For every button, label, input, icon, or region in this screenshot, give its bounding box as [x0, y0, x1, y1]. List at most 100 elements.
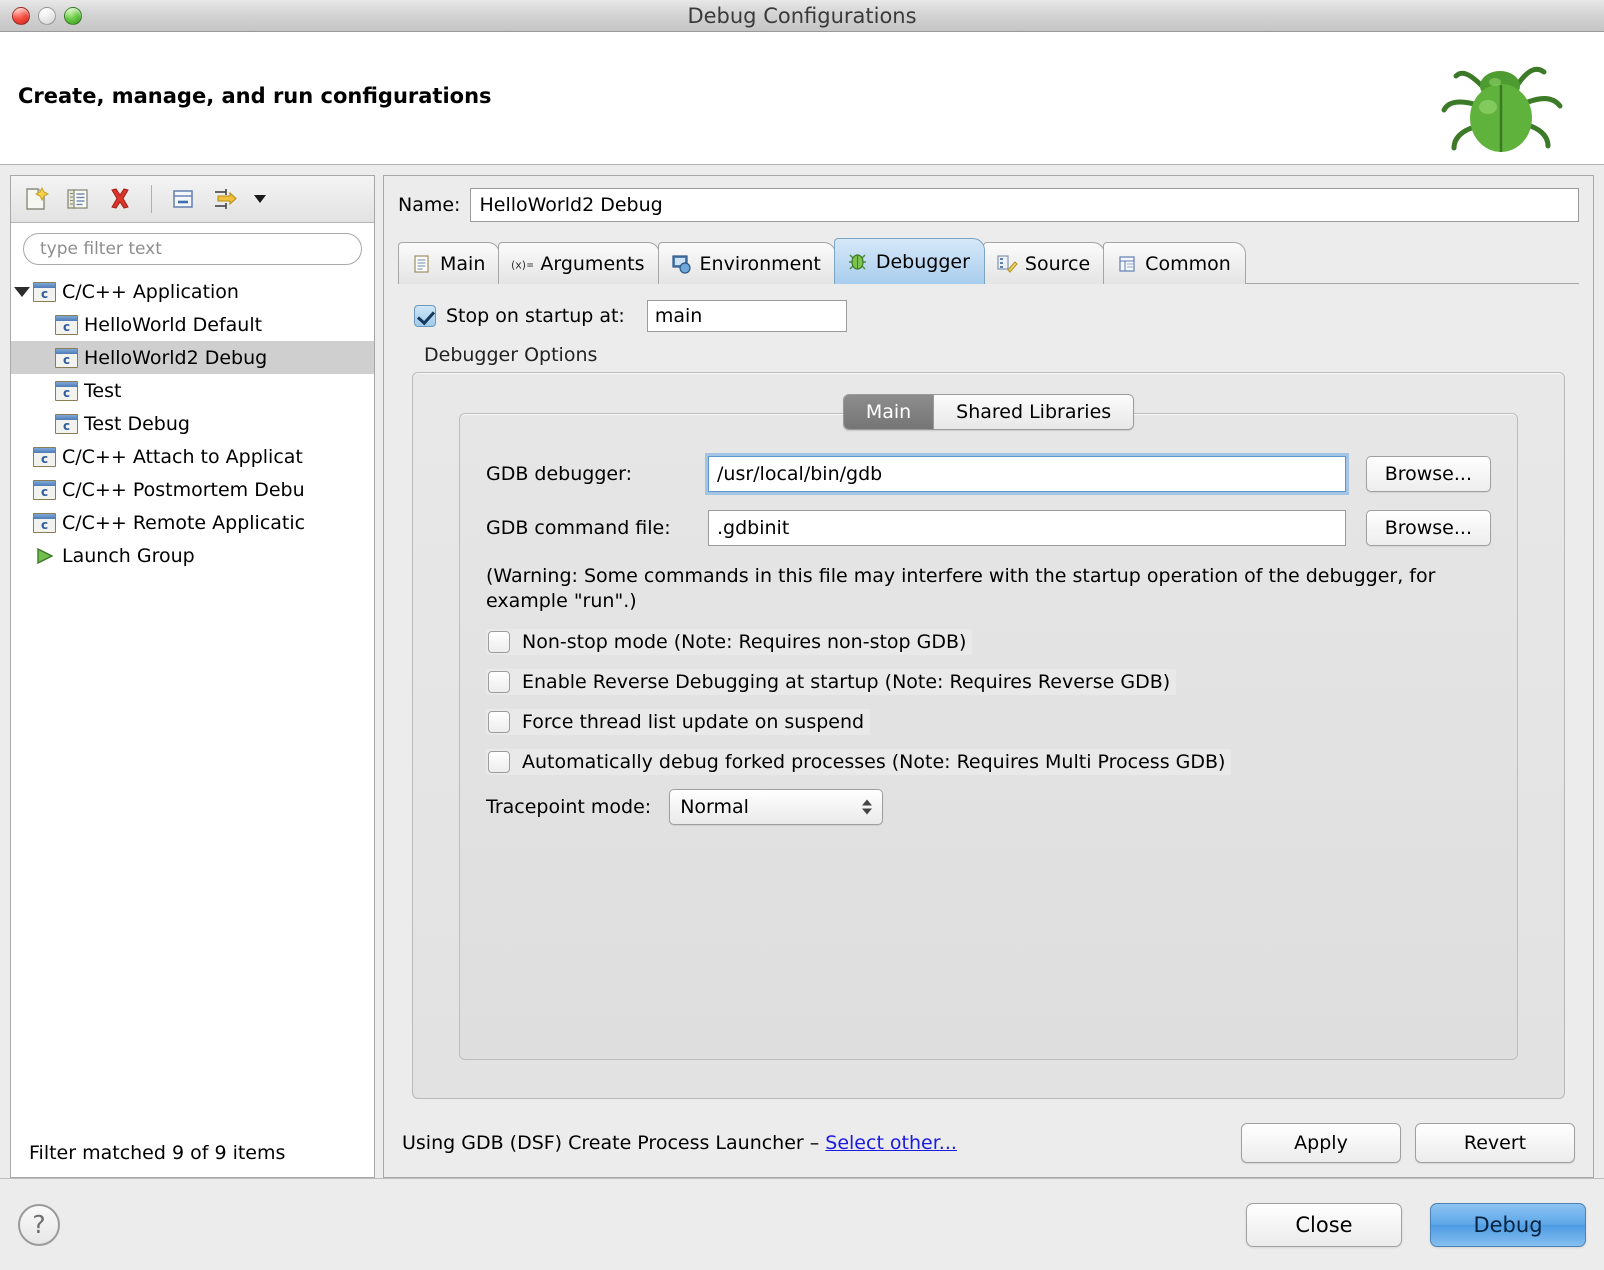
- c-app-icon: [55, 314, 78, 335]
- window-titlebar: Debug Configurations: [0, 0, 1604, 32]
- expand-twisty-icon[interactable]: [11, 286, 33, 297]
- inner-tab-main[interactable]: Main: [843, 395, 934, 429]
- variable-icon: (x)=: [511, 253, 533, 275]
- gdb-command-file-row: GDB command file: Browse...: [486, 510, 1491, 546]
- tree-item-label: Test: [84, 379, 122, 402]
- debugger-options-group: Main Shared Libraries GDB debugger: Brow…: [412, 372, 1565, 1099]
- tree-item-label: Launch Group: [62, 544, 195, 567]
- gdb-command-file-input[interactable]: [708, 510, 1346, 546]
- tree-item-launch-group[interactable]: Launch Group: [11, 539, 374, 572]
- apply-button[interactable]: Apply: [1241, 1123, 1401, 1163]
- tab-label: Source: [1024, 252, 1091, 275]
- c-app-icon: [33, 479, 56, 500]
- stop-on-startup-input[interactable]: [646, 300, 847, 332]
- tracepoint-mode-row: Tracepoint mode: Normal: [486, 788, 1491, 825]
- debug-forked-processes-row[interactable]: Automatically debug forked processes (No…: [486, 748, 1232, 775]
- select-other-launcher-link[interactable]: Select other...: [825, 1132, 957, 1154]
- name-row: Name:: [398, 188, 1579, 222]
- tree-item-label: C/C++ Remote Applicatic: [62, 511, 306, 534]
- tree-item-label: C/C++ Application: [62, 280, 239, 303]
- page-title: Create, manage, and run configurations: [18, 84, 492, 108]
- configuration-editor: Name: Main (x)=: [383, 175, 1594, 1178]
- tracepoint-mode-value: Normal: [680, 795, 749, 818]
- tab-label: Common: [1145, 252, 1231, 275]
- filter-status-text: Filter matched 9 of 9 items: [11, 1127, 374, 1177]
- force-thread-list-update-checkbox[interactable]: [488, 710, 510, 733]
- dialog-header-banner: Create, manage, and run configurations: [0, 32, 1604, 165]
- environment-icon: [671, 253, 693, 275]
- launch-group-icon: [33, 546, 56, 566]
- common-icon: [1116, 253, 1138, 275]
- gdb-command-file-browse-button[interactable]: Browse...: [1365, 510, 1491, 546]
- force-thread-list-update-row[interactable]: Force thread list update on suspend: [486, 708, 871, 735]
- tracepoint-mode-select[interactable]: Normal: [669, 788, 884, 825]
- document-icon: [411, 253, 433, 275]
- debug-button[interactable]: Debug: [1430, 1202, 1586, 1247]
- debugger-options-label: Debugger Options: [424, 344, 598, 366]
- green-bug-icon: [1422, 52, 1582, 167]
- tab-main[interactable]: Main: [398, 242, 501, 284]
- bug-icon: [847, 251, 869, 273]
- non-stop-mode-row[interactable]: Non-stop mode (Note: Requires non-stop G…: [486, 628, 973, 655]
- tab-label: Debugger: [875, 250, 970, 273]
- tree-item-c-cpp-remote-application[interactable]: C/C++ Remote Applicatic: [11, 506, 374, 539]
- tree-item-label: HelloWorld Default: [84, 313, 263, 336]
- dialog-footer: ? Close Debug: [0, 1178, 1604, 1270]
- stop-on-startup-label: Stop on startup at:: [446, 305, 625, 327]
- tree-item-c-cpp-application[interactable]: C/C++ Application: [11, 275, 374, 308]
- new-configuration-icon[interactable]: [21, 184, 51, 214]
- reverse-debugging-checkbox[interactable]: [488, 670, 510, 693]
- tree-item-test[interactable]: Test: [11, 374, 374, 407]
- tab-label: Main: [440, 252, 486, 275]
- tree-item-c-cpp-attach-to-application[interactable]: C/C++ Attach to Applicat: [11, 440, 374, 473]
- tab-source[interactable]: Source: [982, 242, 1106, 284]
- tab-common[interactable]: Common: [1103, 242, 1246, 284]
- search-input[interactable]: [23, 233, 362, 265]
- gdb-debugger-row: GDB debugger: Browse...: [486, 456, 1491, 492]
- help-icon[interactable]: ?: [18, 1203, 60, 1246]
- gdb-debugger-input[interactable]: [708, 456, 1346, 492]
- delete-configuration-icon[interactable]: [105, 184, 135, 214]
- collapse-all-icon[interactable]: [168, 184, 198, 214]
- svg-text:(x)=: (x)=: [511, 258, 533, 271]
- chevron-down-icon[interactable]: [254, 195, 266, 203]
- c-app-icon: [33, 446, 56, 467]
- revert-button[interactable]: Revert: [1415, 1123, 1575, 1163]
- reverse-debugging-label: Enable Reverse Debugging at startup (Not…: [522, 670, 1171, 693]
- gdb-debugger-browse-button[interactable]: Browse...: [1365, 456, 1491, 492]
- force-thread-list-update-label: Force thread list update on suspend: [522, 710, 865, 733]
- tree-item-helloworld2-debug[interactable]: HelloWorld2 Debug: [11, 341, 374, 374]
- tree-item-helloworld-default[interactable]: HelloWorld Default: [11, 308, 374, 341]
- debugger-main-panel: Main Shared Libraries GDB debugger: Brow…: [459, 394, 1518, 1060]
- tab-environment[interactable]: Environment: [657, 242, 836, 284]
- close-button-footer[interactable]: Close: [1246, 1202, 1402, 1247]
- configurations-sidebar: C/C++ Application HelloWorld Default Hel…: [10, 175, 375, 1178]
- configurations-tree: C/C++ Application HelloWorld Default Hel…: [11, 271, 374, 1127]
- duplicate-configuration-icon[interactable]: [63, 184, 93, 214]
- tree-item-c-cpp-postmortem-debugger[interactable]: C/C++ Postmortem Debu: [11, 473, 374, 506]
- inner-tab-shared-libraries[interactable]: Shared Libraries: [933, 395, 1134, 429]
- reverse-debugging-row[interactable]: Enable Reverse Debugging at startup (Not…: [486, 668, 1177, 695]
- sidebar-toolbar: [11, 176, 374, 223]
- stepper-arrows-icon: [862, 799, 873, 815]
- c-app-icon: [33, 512, 56, 533]
- editor-tabs: Main (x)= Arguments Environment Debugger…: [398, 238, 1579, 284]
- name-label: Name:: [398, 194, 461, 216]
- tab-debugger[interactable]: Debugger: [833, 238, 985, 284]
- configuration-name-input[interactable]: [470, 188, 1579, 222]
- tab-arguments[interactable]: (x)= Arguments: [498, 242, 660, 284]
- tree-item-label: Test Debug: [84, 412, 190, 435]
- tab-label: Environment: [699, 252, 821, 275]
- c-app-icon: [55, 380, 78, 401]
- c-app-icon: [55, 413, 78, 434]
- tree-item-test-debug[interactable]: Test Debug: [11, 407, 374, 440]
- debug-forked-processes-checkbox[interactable]: [488, 750, 510, 773]
- filter-launch-configurations-icon[interactable]: [210, 184, 240, 214]
- tracepoint-mode-label: Tracepoint mode:: [486, 795, 652, 818]
- non-stop-mode-checkbox[interactable]: [488, 630, 510, 653]
- debug-forked-processes-label: Automatically debug forked processes (No…: [522, 750, 1226, 773]
- filter-box: [11, 223, 374, 271]
- inner-tabs: Main Shared Libraries: [460, 394, 1517, 430]
- command-file-warning-text: (Warning: Some commands in this file may…: [486, 565, 1436, 613]
- stop-on-startup-checkbox[interactable]: [414, 305, 436, 327]
